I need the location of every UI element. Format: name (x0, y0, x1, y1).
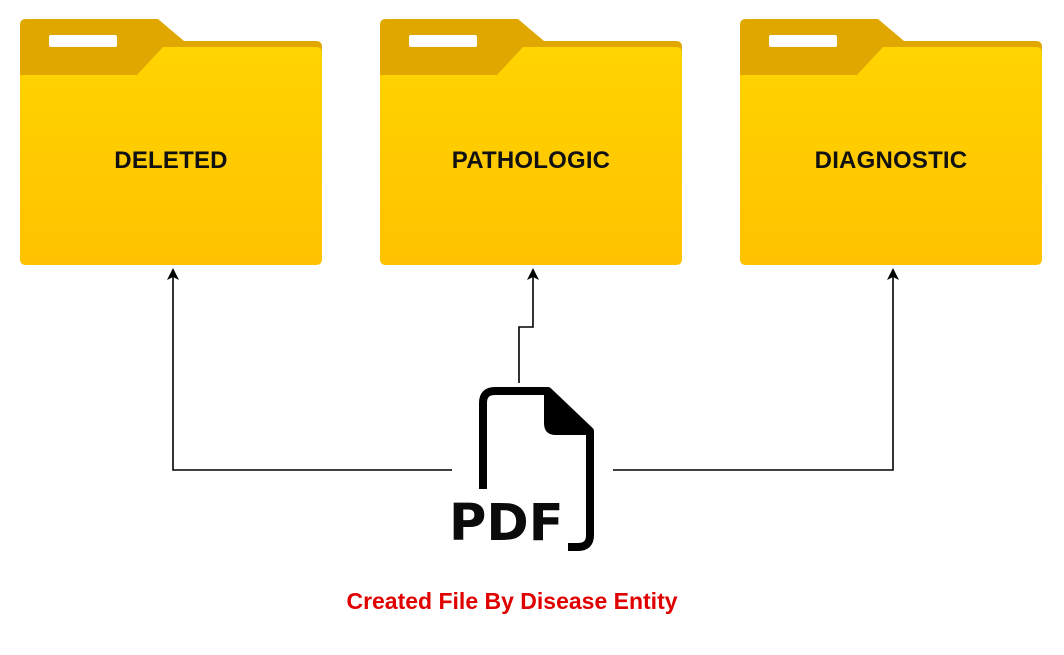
connector-to-deleted (167, 268, 452, 471)
folder-label: PATHOLOGIC (451, 147, 611, 174)
folder-label: DIAGNOSTIC (814, 147, 968, 174)
folder-icon (380, 19, 682, 265)
folder-diagnostic[interactable]: DIAGNOSTIC (740, 19, 1042, 267)
pdf-label: PDF (449, 494, 564, 553)
folder-icon (20, 19, 322, 265)
diagram-canvas: DELETED PATHOLOGIC DIAGNOSTIC PDF Create… (0, 0, 1064, 655)
connector-to-diagnostic (613, 268, 899, 471)
diagram-caption: Created File By Disease Entity (346, 588, 678, 614)
folder-deleted[interactable]: DELETED (20, 19, 322, 267)
pdf-file[interactable]: PDF (440, 385, 600, 555)
folder-pathologic[interactable]: PATHOLOGIC (380, 19, 682, 267)
folder-label: DELETED (114, 147, 228, 174)
folder-icon (740, 19, 1042, 265)
connector-to-pathologic (518, 268, 539, 383)
